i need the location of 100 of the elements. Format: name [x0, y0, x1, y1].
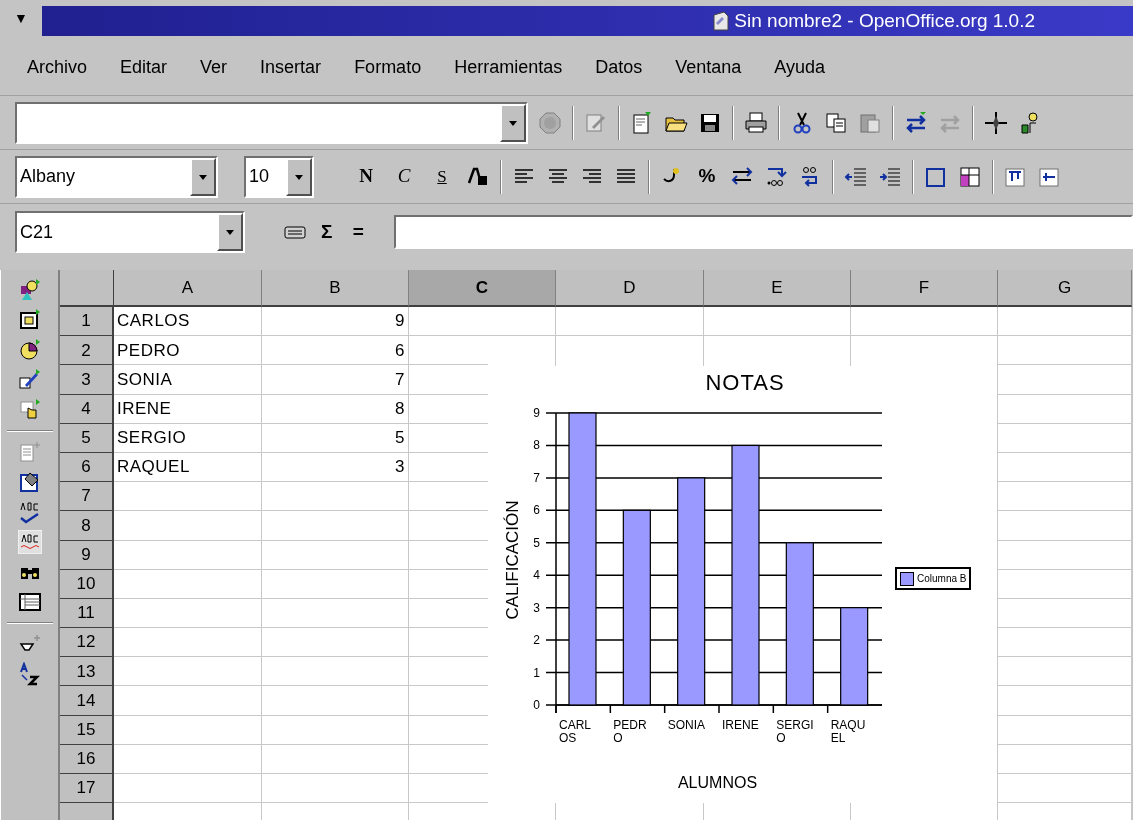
- table-cell[interactable]: [704, 307, 851, 337]
- table-cell[interactable]: [998, 365, 1132, 395]
- table-cell[interactable]: CARLOS: [114, 307, 262, 337]
- table-cell[interactable]: [114, 628, 262, 658]
- row-header[interactable]: 14: [60, 686, 114, 716]
- menu-item[interactable]: Archivo: [27, 54, 88, 81]
- table-cell[interactable]: SERGIO: [114, 423, 262, 453]
- arrows-icon[interactable]: [904, 110, 928, 135]
- row-header[interactable]: 3: [60, 365, 114, 395]
- font-size-field[interactable]: 10: [244, 155, 314, 198]
- table-cell[interactable]: [262, 569, 409, 599]
- table-cell[interactable]: RAQUEL: [114, 452, 262, 483]
- menu-item[interactable]: Ver: [200, 54, 228, 81]
- table-cell[interactable]: PEDRO: [114, 336, 262, 366]
- table-cell[interactable]: [998, 482, 1132, 512]
- background-color-icon[interactable]: [958, 164, 982, 189]
- table-cell[interactable]: [998, 452, 1132, 483]
- row-header[interactable]: 8: [60, 511, 114, 541]
- table-cell[interactable]: [998, 423, 1132, 453]
- row-header[interactable]: 9: [60, 540, 114, 570]
- table-cell[interactable]: [998, 744, 1132, 774]
- row-header[interactable]: 13: [60, 657, 114, 687]
- table-cell[interactable]: [998, 686, 1132, 716]
- auto-spellcheck-icon[interactable]: [17, 530, 42, 554]
- pointer-hand-icon[interactable]: [17, 398, 42, 422]
- table-cell[interactable]: [114, 744, 262, 774]
- table-cell[interactable]: IRENE: [114, 394, 262, 424]
- column-header[interactable]: G: [998, 270, 1132, 307]
- row-header[interactable]: 16: [60, 744, 114, 774]
- table-cell[interactable]: SONIA: [114, 365, 262, 395]
- table-cell[interactable]: [262, 657, 409, 687]
- table-cell[interactable]: [998, 394, 1132, 424]
- table-cell[interactable]: [114, 540, 262, 570]
- bold-button[interactable]: N: [352, 162, 380, 191]
- column-header[interactable]: A: [114, 270, 262, 307]
- table-cell[interactable]: [409, 307, 556, 337]
- table-cell[interactable]: [114, 511, 262, 541]
- table-cell[interactable]: [262, 686, 409, 716]
- window-menu-glyph[interactable]: ▼: [14, 8, 28, 29]
- font-name-field[interactable]: Albany: [15, 155, 218, 198]
- column-header[interactable]: E: [704, 270, 851, 307]
- menu-item[interactable]: Insertar: [260, 54, 322, 81]
- table-cell[interactable]: [114, 715, 262, 745]
- table-cell[interactable]: 6: [262, 336, 409, 366]
- menu-item[interactable]: Formato: [354, 54, 422, 81]
- italic-button[interactable]: C: [390, 162, 418, 191]
- menu-item[interactable]: Herramientas: [454, 54, 563, 81]
- table-icon[interactable]: [17, 590, 42, 614]
- table-cell[interactable]: 7: [262, 365, 409, 395]
- crosshair-icon[interactable]: [984, 110, 1008, 135]
- table-cell[interactable]: [114, 686, 262, 716]
- underline-button[interactable]: S: [428, 163, 456, 190]
- row-header[interactable]: 5: [60, 423, 114, 453]
- pie-chart-icon[interactable]: [17, 338, 42, 362]
- row-header[interactable]: 1: [60, 307, 114, 337]
- url-field[interactable]: [15, 101, 528, 144]
- table-cell[interactable]: [998, 307, 1132, 337]
- column-header[interactable]: F: [851, 270, 998, 307]
- corner-cell[interactable]: [60, 270, 114, 307]
- menu-item[interactable]: Ayuda: [774, 54, 826, 81]
- pencil-icon[interactable]: [17, 368, 42, 392]
- row-header[interactable]: 2: [60, 336, 114, 366]
- table-cell[interactable]: [998, 715, 1132, 745]
- table-cell[interactable]: [998, 511, 1132, 541]
- table-cell[interactable]: [114, 774, 262, 804]
- table-cell[interactable]: [114, 598, 262, 629]
- table-cell[interactable]: 9: [262, 307, 409, 337]
- row-header[interactable]: 4: [60, 394, 114, 424]
- menu-item[interactable]: Ventana: [675, 54, 742, 81]
- table-cell[interactable]: [556, 307, 704, 337]
- table-cell[interactable]: [262, 511, 409, 541]
- table-cell[interactable]: [262, 744, 409, 774]
- table-cell[interactable]: [262, 774, 409, 804]
- table-cell[interactable]: [998, 774, 1132, 804]
- table-cell[interactable]: [114, 569, 262, 599]
- cell-reference-field[interactable]: C21: [15, 211, 245, 253]
- dropdown-arrow-icon[interactable]: [224, 227, 236, 237]
- table-cell[interactable]: 3: [262, 452, 409, 483]
- column-header[interactable]: C: [409, 270, 556, 307]
- table-cell[interactable]: [998, 336, 1132, 366]
- table-cell[interactable]: [851, 307, 998, 337]
- column-header[interactable]: D: [556, 270, 704, 307]
- sum-button[interactable]: Σ: [321, 217, 333, 247]
- row-header[interactable]: 17: [60, 774, 114, 804]
- table-cell[interactable]: [262, 482, 409, 512]
- row-header[interactable]: 15: [60, 715, 114, 745]
- table-cell[interactable]: [262, 628, 409, 658]
- printer-icon[interactable]: [744, 110, 768, 135]
- table-cell[interactable]: [114, 482, 262, 512]
- row-header[interactable]: 6: [60, 452, 114, 483]
- new-document-icon[interactable]: [630, 110, 654, 135]
- equals-button[interactable]: =: [346, 217, 371, 247]
- table-cell[interactable]: 8: [262, 394, 409, 424]
- stop-icon[interactable]: [538, 110, 562, 135]
- table-cell[interactable]: [998, 657, 1132, 687]
- sort-icon[interactable]: [17, 662, 42, 686]
- column-header[interactable]: B: [262, 270, 409, 307]
- formula-input-field[interactable]: [394, 215, 1133, 249]
- percent-button[interactable]: %: [694, 162, 720, 191]
- table-cell[interactable]: [998, 628, 1132, 658]
